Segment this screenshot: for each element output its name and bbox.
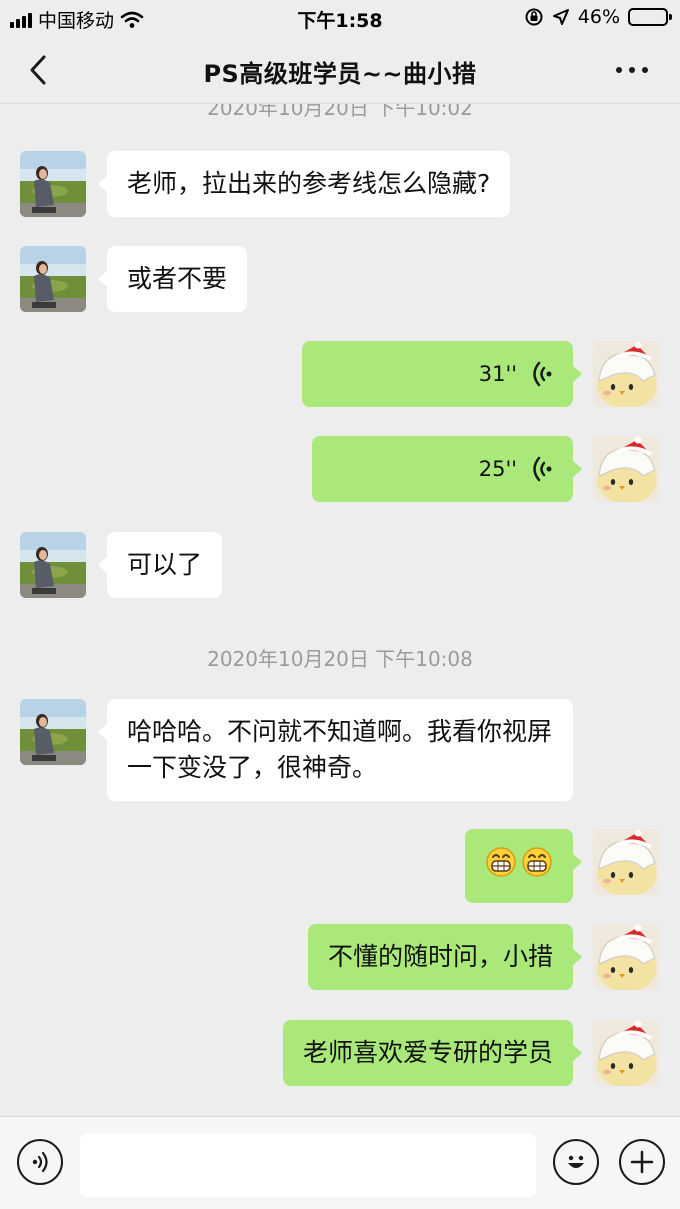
message-text: 不懂的随时问，小措 <box>327 942 553 971</box>
message-text: 或者不要 <box>127 264 228 293</box>
voice-content: 31'' <box>322 356 553 392</box>
message-text: 哈哈哈。不问就不知道啊。我看你视屏一下变没了，很神奇。 <box>127 717 553 782</box>
input-bar <box>0 1116 680 1209</box>
avatar-contact[interactable] <box>20 532 86 598</box>
emoji-icon <box>568 1155 584 1168</box>
message-bubble-received[interactable]: 老师，拉出来的参考线怎么隐藏? <box>97 151 511 217</box>
message-bubble-received[interactable]: 哈哈哈。不问就不知道啊。我看你视屏一下变没了，很神奇。 <box>98 699 573 801</box>
voice-duration: 25'' <box>478 457 517 481</box>
avatar-contact[interactable] <box>20 151 86 217</box>
voice-message[interactable]: 31'' <box>302 341 582 407</box>
voice-mode-icon <box>32 1151 48 1173</box>
emoji-content <box>485 844 553 880</box>
grin-icon <box>486 847 516 877</box>
battery-percent: 46% <box>577 6 620 28</box>
location-icon <box>552 9 569 25</box>
timestamp: 2020年10月20日 下午10:02 <box>207 104 473 120</box>
message-text: 老师，拉出来的参考线怎么隐藏? <box>127 169 491 198</box>
avatar-contact[interactable] <box>20 246 86 312</box>
voice-content: 25'' <box>332 451 553 487</box>
message-bubble-received[interactable]: 可以了 <box>97 532 223 598</box>
timestamp: 2020年10月20日 下午10:08 <box>207 647 473 671</box>
message-bubble-received[interactable]: 或者不要 <box>97 246 248 312</box>
message-text: 可以了 <box>127 550 203 579</box>
chat-title: PS高级班学员~~曲小措 <box>203 60 477 88</box>
rotation-lock-icon <box>525 8 543 26</box>
grin-icon <box>522 847 552 877</box>
nav-bar: PS高级班学员~~曲小措 <box>0 36 680 104</box>
avatar-self[interactable] <box>593 924 659 990</box>
plus-icon <box>630 1150 654 1174</box>
plus-button[interactable] <box>619 1139 665 1185</box>
voice-wave-icon <box>533 361 552 387</box>
message-bubble-sent[interactable]: 老师喜欢爱专研的学员 <box>282 1020 583 1086</box>
voice-wave-icon <box>533 456 552 482</box>
avatar-self[interactable] <box>593 829 659 895</box>
more-icon <box>616 67 648 73</box>
more-button[interactable] <box>612 58 652 82</box>
avatar-self[interactable] <box>593 341 659 407</box>
avatar-self[interactable] <box>593 436 659 502</box>
status-right: 46% <box>524 6 672 28</box>
voice-message[interactable]: 25'' <box>312 436 582 502</box>
emoji-button[interactable] <box>553 1139 599 1185</box>
message-text: 老师喜欢爱专研的学员 <box>302 1038 553 1067</box>
avatar-contact[interactable] <box>20 699 86 765</box>
voice-mode-button[interactable] <box>17 1139 63 1185</box>
chat-area[interactable]: 2020年10月20日 下午10:02 老师，拉出来的参考线怎么隐藏? 或者不要… <box>0 104 680 1116</box>
message-bubble-sent[interactable] <box>465 829 582 903</box>
status-bar: 中国移动 下午1:58 46% <box>0 0 680 36</box>
voice-duration: 31'' <box>478 362 517 386</box>
avatar-self[interactable] <box>593 1020 659 1086</box>
message-input[interactable] <box>80 1133 536 1197</box>
message-bubble-sent[interactable]: 不懂的随时问，小措 <box>307 924 583 990</box>
battery-icon <box>628 8 672 26</box>
